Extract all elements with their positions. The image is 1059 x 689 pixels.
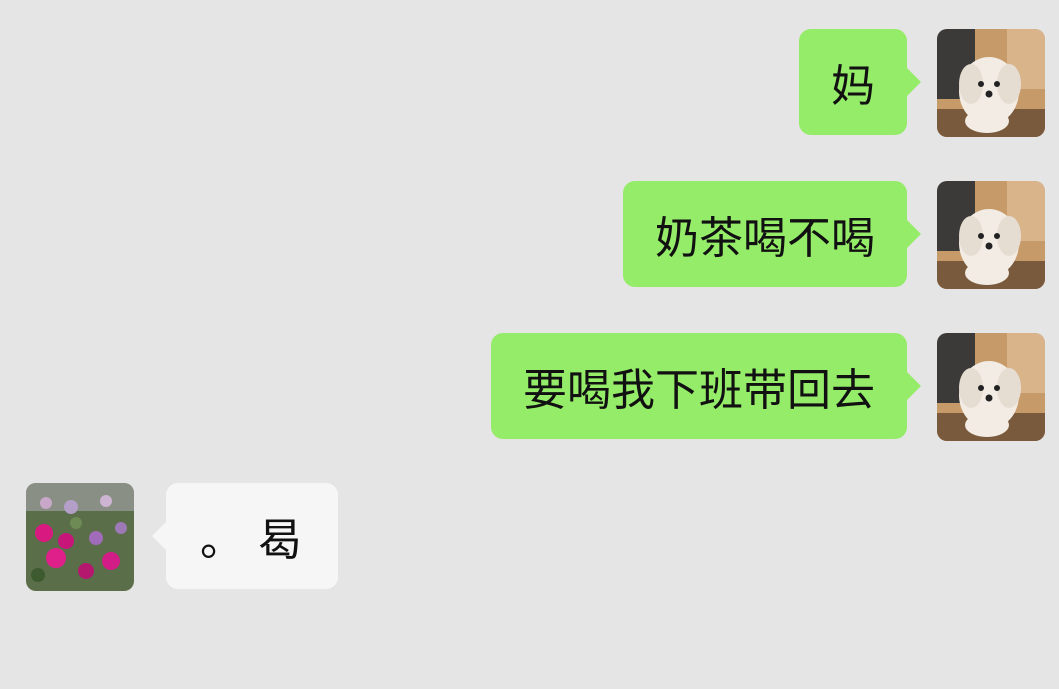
flower-avatar-icon[interactable] bbox=[26, 483, 134, 591]
outgoing-message-bubble[interactable]: 要喝我下班带回去 bbox=[491, 333, 921, 439]
dog-avatar-icon[interactable] bbox=[937, 29, 1045, 137]
outgoing-message-bubble[interactable]: 奶茶喝不喝 bbox=[623, 181, 921, 287]
dog-avatar-icon[interactable] bbox=[937, 333, 1045, 441]
message-text: 奶茶喝不喝 bbox=[655, 213, 875, 264]
message-text: 要喝我下班带回去 bbox=[523, 365, 875, 416]
outgoing-message-bubble[interactable]: 妈 bbox=[799, 29, 921, 135]
message-text: 。 曷 bbox=[200, 515, 302, 566]
chat-window: 妈 奶茶喝不喝 要喝我下班带回去 。 曷 bbox=[0, 0, 1059, 689]
message-text: 妈 bbox=[831, 61, 875, 112]
dog-avatar-icon[interactable] bbox=[937, 181, 1045, 289]
incoming-message-bubble[interactable]: 。 曷 bbox=[152, 483, 338, 589]
